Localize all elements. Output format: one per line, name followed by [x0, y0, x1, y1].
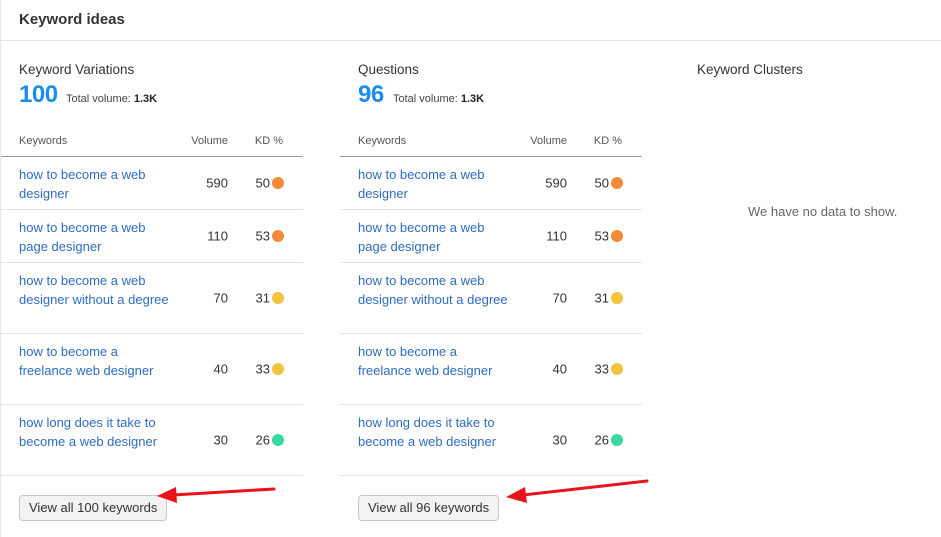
kd-difficulty-dot-icon [611, 230, 623, 242]
table-row: how long does it take to become a web de… [340, 405, 642, 476]
kd-difficulty-dot-icon [272, 434, 284, 446]
annotation-arrow-left [157, 487, 276, 503]
view-all-questions-button[interactable]: View all 96 keywords [358, 495, 500, 521]
kd-difficulty-dot-icon [272, 363, 284, 375]
column-header-kd[interactable]: KD % [255, 135, 283, 147]
volume-value: 70 [552, 290, 567, 306]
table-header: Keywords Volume KD % [1, 127, 303, 157]
kd-value: 31 [594, 290, 609, 306]
volume-value: 590 [206, 175, 228, 191]
column-header-volume[interactable]: Volume [191, 135, 228, 147]
volume-value: 590 [545, 175, 567, 191]
total-volume-label: Total volume: [393, 93, 458, 105]
table-row: how to become a web designer 590 50 [340, 157, 642, 210]
kd-value: 50 [255, 175, 270, 191]
total-volume: Total volume: 1.3K [393, 93, 484, 105]
keyword-link[interactable]: how to become a web page designer [19, 219, 169, 256]
keyword-link[interactable]: how long does it take to become a web de… [358, 414, 508, 451]
kd-difficulty-dot-icon [611, 177, 623, 189]
keyword-count: 100 [19, 81, 58, 108]
kd-value: 26 [255, 432, 270, 448]
volume-value: 40 [552, 361, 567, 377]
kd-value: 26 [594, 432, 609, 448]
card-header: Keyword ideas [1, 0, 941, 41]
keyword-link[interactable]: how to become a freelance web designer [358, 343, 508, 380]
keyword-link[interactable]: how long does it take to become a web de… [19, 414, 169, 451]
table-row: how to become a web designer without a d… [1, 263, 303, 334]
volume-value: 30 [552, 432, 567, 448]
keyword-link[interactable]: how to become a freelance web designer [19, 343, 169, 380]
card-title: Keyword ideas [19, 11, 125, 28]
table-row: how to become a web designer 590 50 [1, 157, 303, 210]
question-count: 96 [358, 81, 384, 108]
table-row: how to become a web page designer 110 53 [340, 210, 642, 263]
table-header: Keywords Volume KD % [340, 127, 642, 157]
view-all-keywords-button[interactable]: View all 100 keywords [19, 495, 168, 521]
kd-difficulty-dot-icon [611, 363, 623, 375]
kd-value: 33 [594, 361, 609, 377]
volume-value: 110 [207, 228, 228, 244]
section-title: Keyword Variations [19, 62, 135, 77]
empty-state-message: We have no data to show. [748, 204, 898, 219]
kd-value: 50 [594, 175, 609, 191]
column-header-kd[interactable]: KD % [594, 135, 622, 147]
table-row: how to become a freelance web designer 4… [340, 334, 642, 405]
table-row: how to become a freelance web designer 4… [1, 334, 303, 405]
table-row: how long does it take to become a web de… [1, 405, 303, 476]
keyword-link[interactable]: how to become a web page designer [358, 219, 508, 256]
column-header-volume[interactable]: Volume [530, 135, 567, 147]
kd-difficulty-dot-icon [272, 292, 284, 304]
keyword-table: how to become a web designer 590 50 how … [1, 157, 303, 476]
volume-value: 40 [213, 361, 228, 377]
kd-value: 31 [255, 290, 270, 306]
column-header-keywords[interactable]: Keywords [19, 135, 67, 147]
kd-difficulty-dot-icon [611, 292, 623, 304]
keyword-link[interactable]: how to become a web designer without a d… [358, 272, 508, 309]
total-volume-value: 1.3K [460, 93, 485, 105]
kd-value: 53 [255, 228, 270, 244]
volume-value: 70 [213, 290, 228, 306]
kd-value: 53 [594, 228, 609, 244]
keyword-link[interactable]: how to become a web designer [358, 166, 508, 203]
volume-value: 30 [213, 432, 228, 448]
keyword-ideas-card: Keyword ideas Keyword Variations 100 Tot… [0, 0, 941, 537]
table-row: how to become a web designer without a d… [340, 263, 642, 334]
keyword-link[interactable]: how to become a web designer without a d… [19, 272, 169, 309]
annotation-arrow-right [506, 479, 649, 503]
total-volume: Total volume: 1.3K [66, 93, 157, 105]
kd-difficulty-dot-icon [611, 434, 623, 446]
section-title: Questions [358, 62, 419, 77]
section-title: Keyword Clusters [697, 62, 803, 77]
column-header-keywords[interactable]: Keywords [358, 135, 406, 147]
table-row: how to become a web page designer 110 53 [1, 210, 303, 263]
kd-value: 33 [255, 361, 270, 377]
keyword-link[interactable]: how to become a web designer [19, 166, 169, 203]
total-volume-value: 1.3K [133, 93, 158, 105]
volume-value: 110 [546, 228, 567, 244]
kd-difficulty-dot-icon [272, 177, 284, 189]
kd-difficulty-dot-icon [272, 230, 284, 242]
total-volume-label: Total volume: [66, 93, 131, 105]
questions-table: how to become a web designer 590 50 how … [340, 157, 642, 476]
